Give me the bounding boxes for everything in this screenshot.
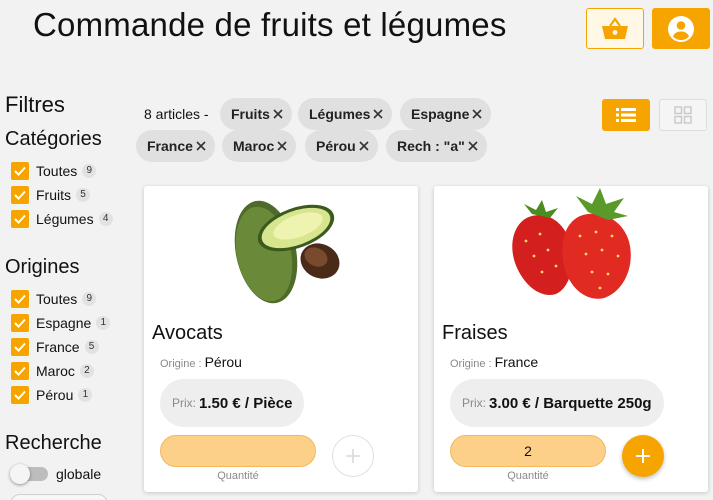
quantity-input[interactable]: 2 <box>450 435 606 467</box>
origin-filter-espagne[interactable]: Espagne 1 <box>11 313 111 333</box>
chip-label: Pérou <box>316 138 356 154</box>
count-badge: 1 <box>96 316 111 330</box>
checkbox-checked-icon[interactable] <box>11 362 29 380</box>
chip-label: Fruits <box>231 106 270 122</box>
close-icon[interactable] <box>468 141 478 151</box>
toggle-knob[interactable] <box>10 464 30 484</box>
account-button[interactable] <box>652 8 710 49</box>
categories-title: Catégories <box>5 128 102 150</box>
product-name: Avocats <box>152 322 223 344</box>
add-to-cart-button[interactable] <box>332 435 374 477</box>
product-price: Prix: 3.00 € / Barquette 250g <box>450 379 664 427</box>
origin-label: Origine : <box>160 358 202 370</box>
filter-chip-maroc: Maroc <box>222 130 297 162</box>
category-filter-fruits[interactable]: Fruits 5 <box>11 185 90 205</box>
avocado-image <box>234 200 340 304</box>
quantity-label: Quantité <box>217 470 259 482</box>
filter-chip-perou: Pérou <box>305 130 378 162</box>
count-badge: 1 <box>78 388 93 402</box>
origin-value: Pérou <box>204 354 242 370</box>
price-value: 3.00 € / Barquette 250g <box>489 394 652 412</box>
filter-chip-espagne: Espagne <box>400 98 492 130</box>
global-search-label: globale <box>56 466 102 482</box>
filter-chip-search: Rech : "a" <box>386 130 487 162</box>
quantity-input[interactable] <box>160 435 316 467</box>
count-badge: 5 <box>84 340 99 354</box>
origin-label: France <box>36 339 80 355</box>
account-circle-icon <box>668 15 694 42</box>
results-count: 8 articles - <box>144 106 209 122</box>
origin-label: Espagne <box>36 315 92 331</box>
chip-label: Espagne <box>411 106 470 122</box>
checkbox-checked-icon[interactable] <box>11 210 29 228</box>
chip-label: Maroc <box>233 138 275 154</box>
filter-chip-legumes: Légumes <box>298 98 393 130</box>
category-label: Fruits <box>36 187 71 203</box>
category-filter-toutes[interactable]: Toutes 9 <box>11 161 97 181</box>
count-badge: 9 <box>82 292 97 306</box>
close-icon[interactable] <box>359 141 369 151</box>
category-label: Légumes <box>36 211 94 227</box>
close-icon[interactable] <box>273 109 283 119</box>
origin-filter-toutes[interactable]: Toutes 9 <box>11 289 97 309</box>
basket-icon <box>602 16 628 39</box>
basket-button[interactable] <box>586 8 644 49</box>
category-filter-legumes[interactable]: Légumes 4 <box>11 209 113 229</box>
count-badge: 5 <box>76 188 90 202</box>
list-view-button[interactable] <box>602 99 650 131</box>
product-price: Prix: 1.50 € / Pièce <box>160 379 305 427</box>
origin-label: Pérou <box>36 387 74 403</box>
price-value: 1.50 € / Pièce <box>199 394 293 412</box>
origin-value: France <box>494 354 539 370</box>
chip-label: Légumes <box>309 106 371 122</box>
filter-chip-fruits: Fruits <box>220 98 292 130</box>
origin-label: Toutes <box>36 291 78 307</box>
price-label: Prix: <box>172 396 196 410</box>
count-badge: 2 <box>79 364 94 378</box>
close-icon[interactable] <box>277 141 287 151</box>
close-icon[interactable] <box>472 109 482 119</box>
product-origin: Origine : Pérou <box>160 354 242 370</box>
checkbox-checked-icon[interactable] <box>11 290 29 308</box>
add-to-cart-button[interactable] <box>622 435 664 477</box>
search-title: Recherche <box>5 432 102 454</box>
page-title: Commande de fruits et légumes <box>33 6 507 43</box>
product-name: Fraises <box>442 322 508 344</box>
global-search-toggle[interactable] <box>10 464 48 484</box>
origin-filter-maroc[interactable]: Maroc 2 <box>11 361 94 381</box>
quantity-label: Quantité <box>507 470 549 482</box>
category-label: Toutes <box>36 163 78 179</box>
checkbox-checked-icon[interactable] <box>11 386 29 404</box>
grid-view-icon <box>674 106 692 124</box>
plus-icon <box>346 449 360 463</box>
count-badge: 4 <box>98 212 113 226</box>
count-badge: 9 <box>82 164 97 178</box>
filter-chip-france: France <box>136 130 215 162</box>
product-origin: Origine : France <box>450 354 538 370</box>
filters-title: Filtres <box>5 92 65 117</box>
checkbox-checked-icon[interactable] <box>11 162 29 180</box>
chip-label: France <box>147 138 193 154</box>
search-input[interactable] <box>10 494 108 500</box>
checkbox-checked-icon[interactable] <box>11 338 29 356</box>
origin-label: Origine : <box>450 358 492 370</box>
strawberry-image <box>512 188 631 299</box>
grid-view-button[interactable] <box>659 99 707 131</box>
origin-filter-perou[interactable]: Pérou 1 <box>11 385 93 405</box>
chip-label: Rech : "a" <box>397 138 465 154</box>
close-icon[interactable] <box>196 141 206 151</box>
origins-title: Origines <box>5 256 80 278</box>
price-label: Prix: <box>462 396 486 410</box>
product-card-fraises: Fraises Origine : France Prix: 3.00 € / Ba… <box>434 186 708 492</box>
close-icon[interactable] <box>373 109 384 119</box>
checkbox-checked-icon[interactable] <box>11 314 29 332</box>
origin-filter-france[interactable]: France 5 <box>11 337 99 357</box>
origin-label: Maroc <box>36 363 75 379</box>
product-card-avocats: Avocats Origine : Pérou Prix: 1.50 € / Piè… <box>144 186 418 492</box>
checkbox-checked-icon[interactable] <box>11 186 29 204</box>
plus-icon <box>636 449 650 463</box>
list-view-icon <box>616 108 636 122</box>
